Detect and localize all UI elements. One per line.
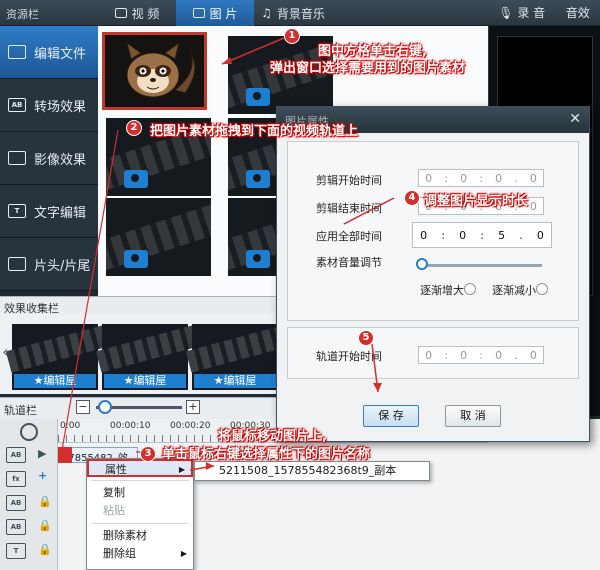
intro-outro-icon bbox=[8, 257, 26, 271]
volume-slider[interactable] bbox=[420, 264, 542, 267]
volume-slider-handle[interactable] bbox=[416, 258, 428, 270]
add-icon[interactable]: + bbox=[38, 469, 47, 482]
lock-icon[interactable]: 🔒 bbox=[38, 543, 52, 556]
start-time-input[interactable]: 0:0:0.0 bbox=[418, 169, 544, 187]
step-marker-4: 4 bbox=[404, 190, 420, 206]
step-marker-2: 2 bbox=[126, 120, 142, 136]
menu-item-paste: 粘贴 bbox=[103, 504, 125, 517]
transition-track-icon: AB bbox=[6, 495, 26, 511]
clip-marker bbox=[58, 447, 72, 463]
video-track-icon: AB bbox=[6, 447, 26, 463]
annotation-step-4: 调整图片显示时长 bbox=[424, 194, 529, 209]
ruler-tick-label: 00:00:20 bbox=[170, 421, 211, 431]
text-icon: T bbox=[8, 204, 26, 218]
media-slot-selected[interactable] bbox=[102, 32, 207, 110]
fade-out-label: 逐渐减小 bbox=[492, 284, 536, 297]
fade-in-label: 逐渐增大 bbox=[420, 284, 464, 297]
effect-item[interactable]: ★编辑屋 bbox=[185, 324, 289, 390]
audio-track-icon: fx bbox=[6, 471, 26, 487]
ruler-tick-label: 00:00:10 bbox=[110, 421, 151, 431]
step-marker-5: 5 bbox=[358, 330, 374, 346]
image-properties-dialog: 图片属性 ✕ 剪辑开始时间 0:0:0.0 剪辑结束时间 0:0:0.0 应用全… bbox=[276, 106, 590, 442]
lock-icon[interactable]: 🔒 bbox=[38, 519, 52, 532]
star-icon: ★ bbox=[213, 374, 224, 387]
play-icon[interactable]: ▶ bbox=[38, 447, 46, 460]
annotation-step-2: 把图片素材拖拽到下面的视频轨道上 bbox=[150, 124, 359, 139]
fade-out-radio[interactable] bbox=[536, 283, 548, 295]
annotation-step-3-line1: 将鼠标移动图片上, bbox=[218, 429, 327, 444]
camera-icon bbox=[246, 250, 270, 268]
zoom-out-button[interactable]: − bbox=[76, 400, 90, 414]
apply-time-input[interactable]: 0:0:5.0 bbox=[412, 222, 552, 248]
menu-item-copy[interactable]: 复制 bbox=[87, 484, 193, 502]
track-controls: AB ▶ fx + AB AB T 🔒 🔒 🔒 bbox=[0, 419, 58, 570]
tab-video[interactable]: 视 频 bbox=[98, 0, 176, 26]
sidebar-item-edit-file[interactable]: 编辑文件 bbox=[0, 26, 98, 79]
star-icon: ★ bbox=[33, 374, 44, 387]
media-slot[interactable] bbox=[106, 198, 211, 276]
camera-icon bbox=[246, 170, 270, 188]
volume-label: 素材音量调节 bbox=[316, 256, 382, 269]
camera-icon bbox=[124, 170, 148, 188]
ab-icon: AB bbox=[8, 98, 26, 112]
tab-image[interactable]: 图 片 bbox=[176, 0, 254, 26]
effect-item[interactable]: ★编辑屋 bbox=[5, 324, 109, 390]
step-marker-3: 3 bbox=[140, 446, 156, 462]
save-button[interactable]: 保 存 bbox=[363, 405, 419, 427]
chevron-right-icon: ▶ bbox=[178, 465, 185, 474]
raccoon-image bbox=[105, 35, 204, 107]
zoom-slider-handle[interactable] bbox=[98, 400, 112, 414]
track-start-label: 轨道开始时间 bbox=[316, 350, 382, 363]
camera-icon bbox=[246, 88, 270, 106]
sidebar-item-intro-outro[interactable]: 片头/片尾 bbox=[0, 238, 98, 291]
microphone-icon: 🎙 bbox=[498, 6, 514, 20]
end-time-label: 剪辑结束时间 bbox=[316, 202, 382, 215]
text-track-icon: T bbox=[6, 543, 26, 559]
menu-item-delete-group[interactable]: 删除组 ▶ bbox=[87, 545, 193, 563]
music-icon: ♫ bbox=[261, 6, 272, 20]
submenu-image-name[interactable]: 5211508_157855482368t9_副本 bbox=[194, 461, 430, 481]
menu-item-delete-clip[interactable]: 删除素材 bbox=[87, 527, 193, 545]
sidebar-item-transition[interactable]: AB 转场效果 bbox=[0, 79, 98, 132]
clip-settings-group: 剪辑开始时间 0:0:0.0 剪辑结束时间 0:0:0.0 应用全部时间 0:0… bbox=[287, 141, 579, 321]
sidebar-item-image-effect[interactable]: 影像效果 bbox=[0, 132, 98, 185]
step-marker-1: 1 bbox=[284, 28, 300, 44]
tab-music[interactable]: ♫ 背景音乐 bbox=[254, 0, 332, 26]
chevron-right-icon: ▶ bbox=[180, 549, 187, 558]
annotation-step-1-line2: 弹出窗口选择需要用到的图片素材 bbox=[270, 61, 466, 76]
ruler-tick-label: 0:00 bbox=[60, 421, 81, 431]
media-tabs: 视 频 图 片 ♫ 背景音乐 bbox=[98, 0, 488, 26]
lock-icon[interactable]: 🔒 bbox=[38, 495, 52, 508]
track-settings-group: 轨道开始时间 0:0:0.0 bbox=[287, 327, 579, 379]
zoom-in-button[interactable]: + bbox=[186, 400, 200, 414]
cancel-button[interactable]: 取 消 bbox=[445, 405, 501, 427]
close-icon[interactable]: ✕ bbox=[569, 111, 581, 127]
fade-in-radio[interactable] bbox=[464, 283, 476, 295]
effect-item[interactable]: ★编辑屋 bbox=[95, 324, 199, 390]
camera-icon bbox=[124, 250, 148, 268]
apply-time-label: 应用全部时间 bbox=[316, 230, 382, 243]
star-icon: ★ bbox=[123, 374, 134, 387]
camera-icon bbox=[192, 8, 205, 18]
image-effect-icon bbox=[8, 151, 26, 165]
header-right: 🎙 录 音 音效 bbox=[488, 0, 600, 26]
effect-track-icon: AB bbox=[6, 519, 26, 535]
annotation-step-3-line2: 单击鼠标右键选择属性下的图片名称 bbox=[162, 447, 371, 462]
record-button[interactable]: 🎙 录 音 bbox=[498, 4, 545, 21]
start-time-label: 剪辑开始时间 bbox=[316, 174, 382, 187]
track-start-input[interactable]: 0:0:0.0 bbox=[418, 346, 544, 364]
video-icon bbox=[114, 8, 127, 18]
sound-effects-button[interactable]: 音效 bbox=[566, 4, 590, 21]
clock-icon[interactable] bbox=[20, 423, 38, 441]
context-menu: 属性 ▶ 复制 粘贴 删除素材 删除组 ▶ bbox=[86, 458, 194, 570]
film-icon bbox=[8, 45, 26, 59]
sidebar: 编辑文件 AB 转场效果 影像效果 T 文字编辑 片头/片尾 bbox=[0, 26, 98, 291]
sidebar-item-text-edit[interactable]: T 文字编辑 bbox=[0, 185, 98, 238]
resource-panel-title: 资源栏 bbox=[0, 0, 98, 26]
